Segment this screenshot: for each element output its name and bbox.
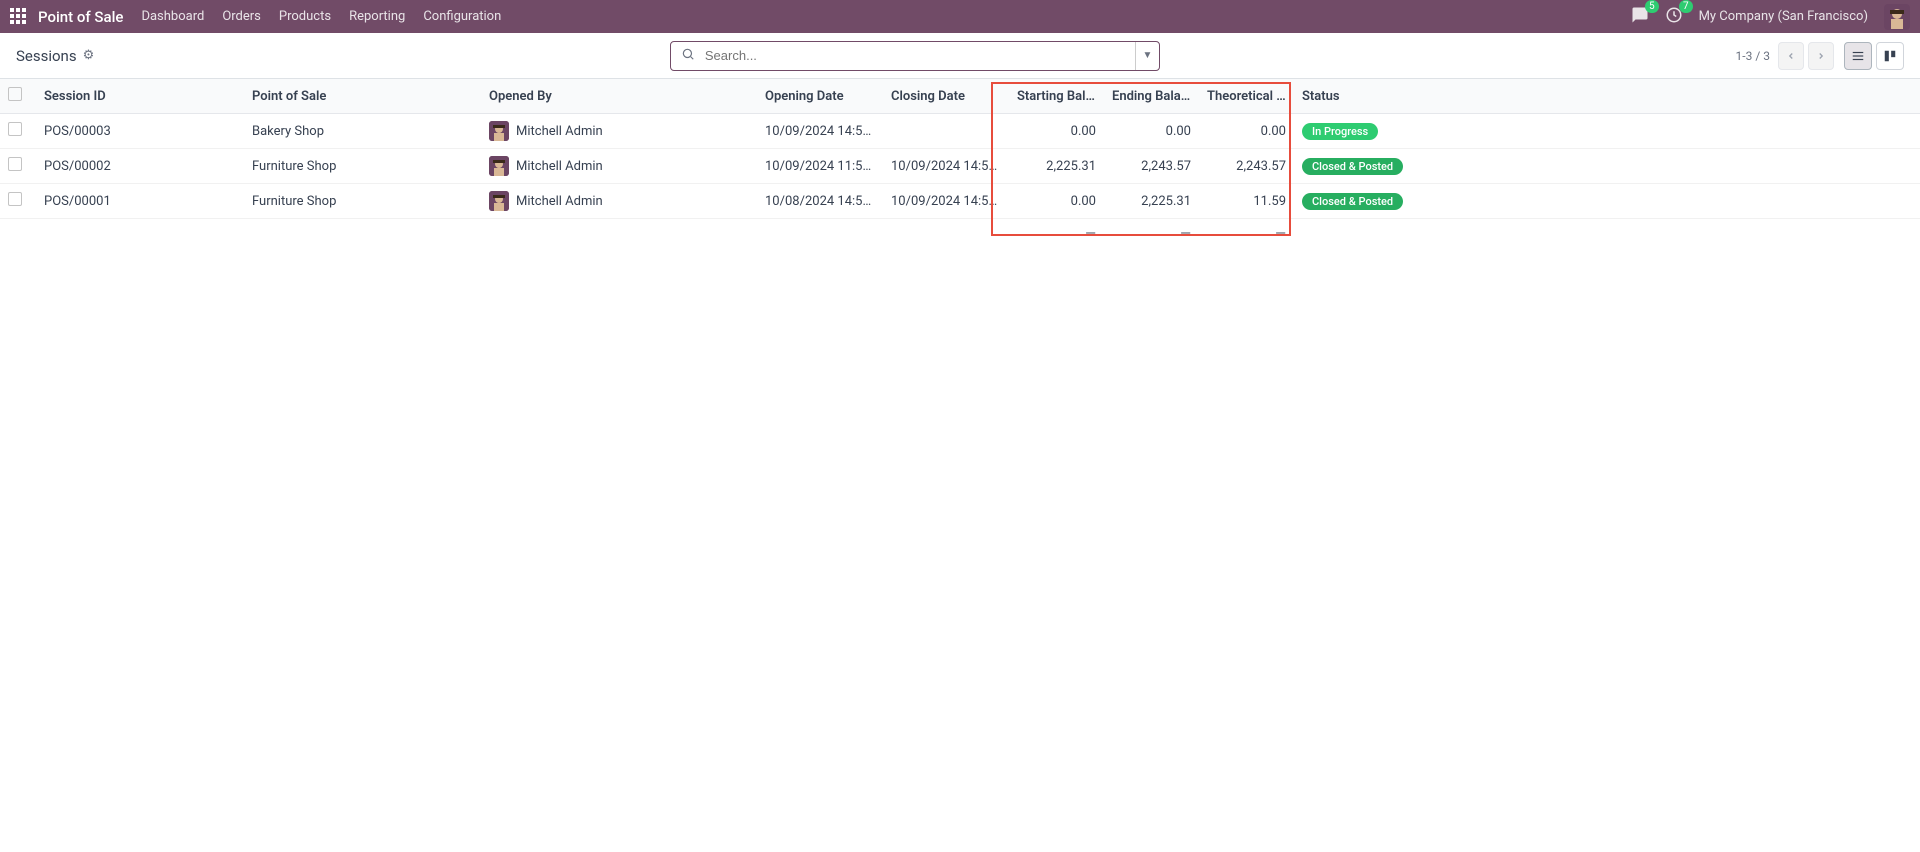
search-icon [671, 47, 705, 65]
table-row[interactable]: POS/00003Bakery ShopMitchell Admin10/09/… [0, 114, 1920, 149]
pager-next[interactable] [1808, 42, 1834, 70]
cell-pos: Bakery Shop [244, 114, 481, 149]
cell-start-balance: 2,225.31 [1009, 149, 1104, 184]
cell-end-balance: 2,225.31 [1104, 184, 1199, 219]
cell-start-balance: 0.00 [1009, 114, 1104, 149]
sessions-table: Session ID Point of Sale Opened By Openi… [0, 79, 1920, 249]
cell-pos: Furniture Shop [244, 149, 481, 184]
cell-pos: Furniture Shop [244, 184, 481, 219]
status-badge: Closed & Posted [1302, 193, 1403, 210]
search-box[interactable]: ▼ [670, 41, 1160, 71]
nav-right: 5 7 My Company (San Francisco) [1631, 4, 1910, 30]
col-opened-by[interactable]: Opened By [481, 79, 757, 114]
user-avatar-icon [489, 121, 509, 141]
pager-prev[interactable] [1778, 42, 1804, 70]
user-avatar-icon [489, 191, 509, 211]
activities-icon[interactable]: 7 [1665, 6, 1683, 28]
footer-theo: — [1199, 219, 1294, 250]
breadcrumb-title: Sessions [16, 47, 77, 65]
app-title[interactable]: Point of Sale [38, 8, 123, 26]
cell-opened-by: Mitchell Admin [481, 149, 757, 184]
cell-status: In Progress [1294, 114, 1920, 149]
table-footer-row: — — — [0, 219, 1920, 250]
apps-icon[interactable] [10, 8, 28, 26]
control-panel: Sessions ⚙ ▼ 1-3 / 3 [0, 33, 1920, 79]
col-session-id[interactable]: Session ID [36, 79, 244, 114]
cell-session-id: POS/00002 [36, 149, 244, 184]
view-list-button[interactable] [1844, 42, 1872, 70]
cell-opening-date: 10/09/2024 14:53:21 [757, 114, 883, 149]
cell-closing-date: 10/09/2024 14:52:26 [883, 184, 1009, 219]
cell-end-balance: 0.00 [1104, 114, 1199, 149]
cell-closing-date: 10/09/2024 14:52:29 [883, 149, 1009, 184]
messaging-icon[interactable]: 5 [1631, 6, 1649, 28]
view-switcher [1844, 42, 1904, 70]
col-pos[interactable]: Point of Sale [244, 79, 481, 114]
nav-dashboard[interactable]: Dashboard [141, 9, 204, 24]
breadcrumb: Sessions ⚙ [16, 47, 94, 65]
nav-configuration[interactable]: Configuration [423, 9, 501, 24]
cell-status: Closed & Posted [1294, 149, 1920, 184]
user-avatar-icon [489, 156, 509, 176]
status-badge: In Progress [1302, 123, 1378, 140]
cell-theoretical: 11.59 [1199, 184, 1294, 219]
top-navbar: Point of Sale Dashboard Orders Products … [0, 0, 1920, 33]
select-all-checkbox[interactable] [8, 87, 22, 101]
row-checkbox[interactable] [8, 157, 22, 171]
pager-text[interactable]: 1-3 / 3 [1736, 49, 1770, 63]
status-badge: Closed & Posted [1302, 158, 1403, 175]
cell-theoretical: 0.00 [1199, 114, 1294, 149]
cell-session-id: POS/00001 [36, 184, 244, 219]
cell-opening-date: 10/09/2024 11:52:29 [757, 149, 883, 184]
table-row[interactable]: POS/00002Furniture ShopMitchell Admin10/… [0, 149, 1920, 184]
col-status[interactable]: Status [1294, 79, 1920, 114]
col-start-balance[interactable]: Starting Bala… [1009, 79, 1104, 114]
gear-icon[interactable]: ⚙ [83, 48, 95, 63]
nav-products[interactable]: Products [279, 9, 331, 24]
cell-end-balance: 2,243.57 [1104, 149, 1199, 184]
footer-end-bal: — [1104, 219, 1199, 250]
nav-orders[interactable]: Orders [222, 9, 261, 24]
cell-session-id: POS/00003 [36, 114, 244, 149]
user-avatar[interactable] [1884, 4, 1910, 30]
cell-opened-by: Mitchell Admin [481, 184, 757, 219]
cell-start-balance: 0.00 [1009, 184, 1104, 219]
cell-opened-by: Mitchell Admin [481, 114, 757, 149]
row-checkbox[interactable] [8, 122, 22, 136]
row-checkbox[interactable] [8, 192, 22, 206]
col-theoretical[interactable]: Theoretical Cl… [1199, 79, 1294, 114]
search-dropdown[interactable]: ▼ [1135, 42, 1159, 70]
col-closing-date[interactable]: Closing Date [883, 79, 1009, 114]
footer-start-bal: — [1009, 219, 1104, 250]
messaging-badge: 5 [1645, 0, 1659, 13]
cell-opening-date: 10/08/2024 14:52:26 [757, 184, 883, 219]
view-kanban-button[interactable] [1876, 42, 1904, 70]
company-switcher[interactable]: My Company (San Francisco) [1699, 9, 1868, 24]
table-header-row: Session ID Point of Sale Opened By Openi… [0, 79, 1920, 114]
cell-theoretical: 2,243.57 [1199, 149, 1294, 184]
cell-closing-date [883, 114, 1009, 149]
nav-links: Dashboard Orders Products Reporting Conf… [141, 9, 501, 24]
cell-status: Closed & Posted [1294, 184, 1920, 219]
table-row[interactable]: POS/00001Furniture ShopMitchell Admin10/… [0, 184, 1920, 219]
activities-badge: 7 [1679, 0, 1693, 13]
nav-reporting[interactable]: Reporting [349, 9, 405, 24]
col-opening-date[interactable]: Opening Date [757, 79, 883, 114]
pager-buttons [1778, 42, 1834, 70]
col-end-balance[interactable]: Ending Balance [1104, 79, 1199, 114]
search-input[interactable] [705, 48, 1135, 63]
